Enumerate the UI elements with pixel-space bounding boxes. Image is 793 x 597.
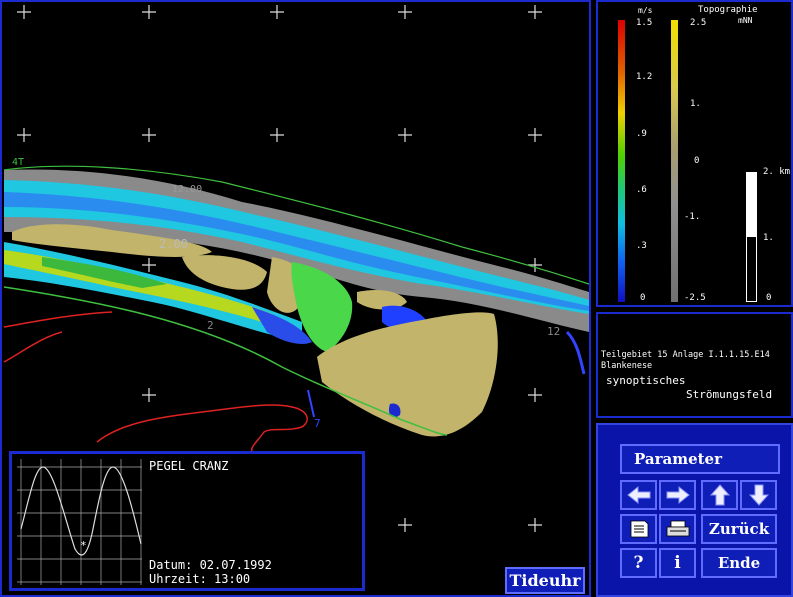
zurueck-button[interactable]: Zurück [701, 514, 777, 544]
topo-colorbar [671, 20, 678, 302]
navigation-panel: Parameter Zurück ? i Ende [596, 423, 793, 597]
speed-tick: 0 [640, 293, 646, 303]
topo-tick: -2.5 [684, 293, 706, 303]
tideuhr-button[interactable]: Tideuhr [505, 567, 585, 594]
tide-curve-chart: * [17, 459, 142, 585]
arrow-up-button[interactable] [701, 480, 738, 510]
tide-time: Uhrzeit: 13:00 [149, 572, 251, 586]
topo-unit: mNN [738, 16, 753, 25]
parameter-button[interactable]: Parameter [620, 444, 780, 474]
arrow-down-icon [748, 484, 769, 506]
info-line-3: synoptisches [606, 374, 686, 387]
topo-tick: 1. [690, 99, 701, 109]
arrow-right-icon [666, 485, 690, 505]
info-line-2: Blankenese [601, 361, 653, 371]
info-line-1: Teilgebiet 15 Anlage I.1.1.15.E14 [601, 350, 770, 360]
arrow-left-icon [626, 485, 650, 505]
scale-tick: 2. km [763, 167, 791, 177]
map-label-upper-left: 4T [12, 157, 24, 168]
document-icon [630, 520, 648, 538]
tide-title: PEGEL CRANZ [149, 459, 229, 473]
info-button[interactable]: i [659, 548, 696, 578]
scale-tick: 0 [766, 293, 772, 303]
speed-tick: 1.5 [636, 18, 653, 28]
help-button[interactable]: ? [620, 548, 657, 578]
tide-date: Datum: 02.07.1992 [149, 558, 272, 572]
contour-label-d: 12 [547, 325, 560, 338]
speed-unit: m/s [638, 6, 653, 15]
contour-label-a: 2.00 [159, 237, 188, 251]
topo-tick: 0 [694, 156, 700, 166]
legend-panel: m/s Topographie mNN 1.5 1.2 .9 .6 .3 0 2… [596, 0, 793, 307]
print-button[interactable] [659, 514, 696, 544]
speed-tick: .3 [636, 241, 647, 251]
contour-label-c: 2 [207, 319, 214, 332]
printer-icon [666, 520, 689, 537]
map-panel: 4T 2.00 12.00 2 12 7 * PEGEL CRANZ Datum… [0, 0, 591, 597]
arrow-up-icon [709, 484, 730, 506]
arrow-down-button[interactable] [740, 480, 777, 510]
ende-button[interactable]: Ende [701, 548, 777, 578]
topo-tick: -1. [684, 212, 701, 222]
speed-colorbar [618, 20, 625, 302]
scale-tick: 1. [763, 233, 774, 243]
topo-tick: 2.5 [690, 18, 707, 28]
topo-title: Topographie [698, 5, 758, 15]
speed-tick: .9 [636, 129, 647, 139]
notes-button[interactable] [620, 514, 657, 544]
tide-marker: * [80, 539, 87, 552]
scale-bar [746, 172, 757, 302]
contour-label-e: 7 [314, 417, 321, 430]
info-panel: Teilgebiet 15 Anlage I.1.1.15.E14 Blanke… [596, 312, 793, 418]
arrow-right-button[interactable] [659, 480, 696, 510]
info-line-4: Strömungsfeld [686, 388, 773, 401]
arrow-left-button[interactable] [620, 480, 657, 510]
speed-tick: 1.2 [636, 72, 653, 82]
speed-tick: .6 [636, 185, 647, 195]
tide-gauge-box: * PEGEL CRANZ Datum: 02.07.1992 Uhrzeit:… [9, 451, 365, 591]
contour-label-b: 12.00 [172, 184, 202, 195]
